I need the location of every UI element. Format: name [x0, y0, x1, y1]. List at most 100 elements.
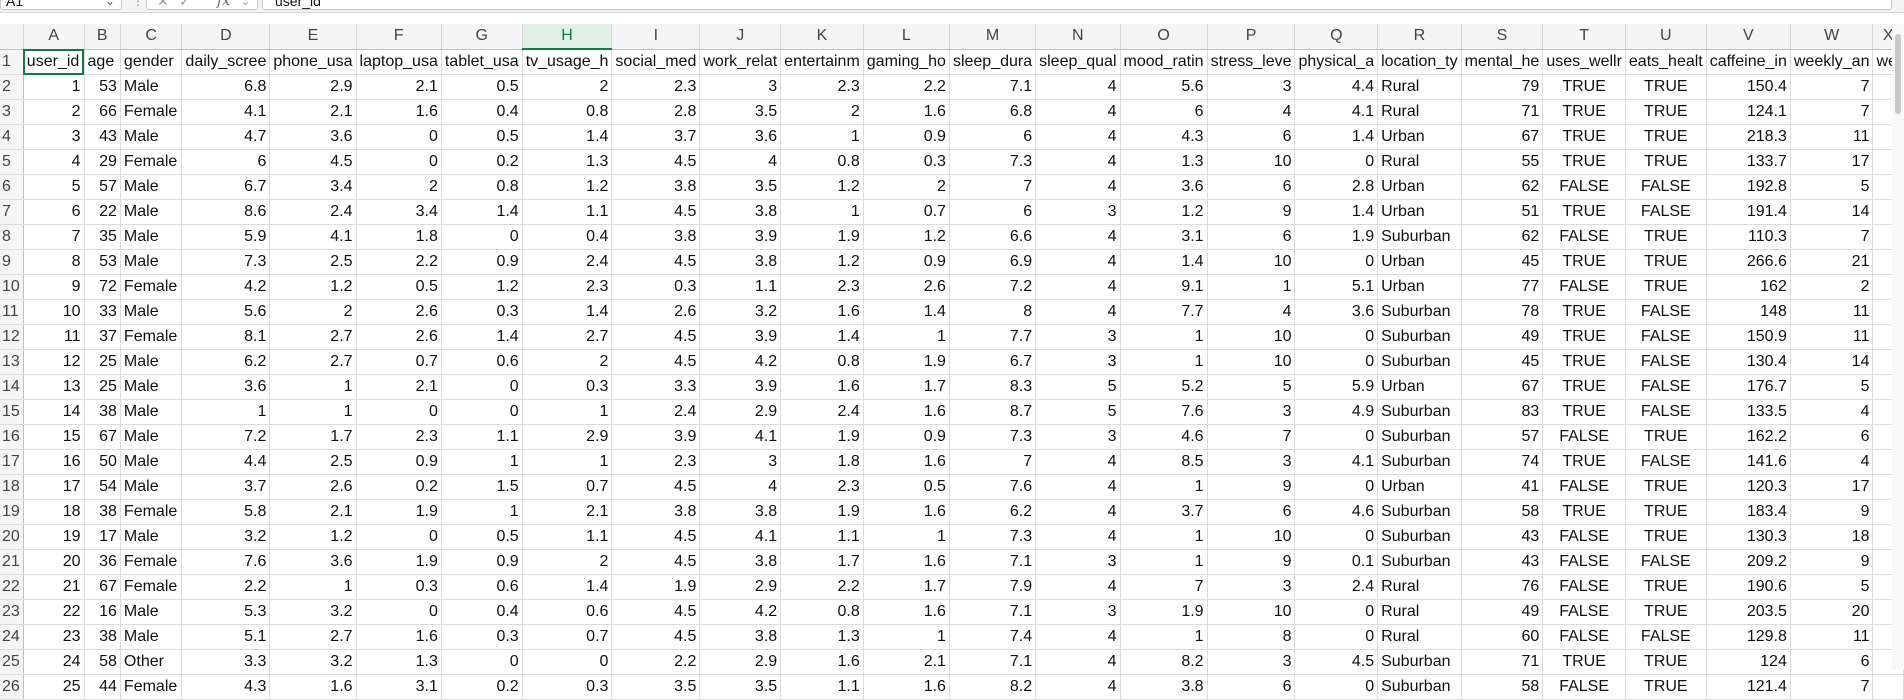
data-cell[interactable]: FALSE	[1542, 424, 1626, 450]
data-cell[interactable]: 1	[522, 449, 613, 475]
data-cell[interactable]: 1.7	[863, 374, 950, 400]
row-header[interactable]: 11	[0, 299, 24, 325]
data-cell[interactable]: 7.3	[181, 249, 271, 275]
data-cell[interactable]: 2.9	[269, 74, 357, 100]
column-header-l[interactable]: L	[863, 24, 950, 50]
data-cell[interactable]: 0.5	[441, 124, 523, 150]
data-cell[interactable]: 5	[1207, 374, 1296, 400]
data-cell[interactable]: 7.3	[949, 424, 1037, 450]
data-cell[interactable]: 1.6	[780, 649, 864, 675]
data-cell[interactable]: 3.5	[611, 674, 701, 700]
data-cell[interactable]: 1.6	[863, 599, 950, 625]
data-cell[interactable]: 67	[1461, 124, 1544, 150]
data-cell[interactable]: Female	[120, 549, 183, 575]
data-cell[interactable]: 22	[84, 199, 121, 225]
data-cell[interactable]: FALSE	[1542, 549, 1626, 575]
data-cell[interactable]: 4.3	[1120, 124, 1208, 150]
data-cell[interactable]: 3.8	[1120, 674, 1208, 700]
data-cell[interactable]: Female	[120, 99, 183, 125]
column-header-c[interactable]: C	[120, 24, 183, 50]
data-cell[interactable]: 3.9	[699, 374, 782, 400]
data-cell[interactable]: 0.4	[441, 99, 523, 125]
data-cell[interactable]: 3.8	[699, 549, 782, 575]
chevron-down-icon[interactable]: ⌄	[241, 0, 250, 8]
data-cell[interactable]: 5	[23, 174, 85, 200]
data-cell[interactable]: TRUE	[1542, 199, 1626, 225]
data-cell[interactable]: 1	[181, 399, 271, 425]
data-cell[interactable]: Female	[120, 499, 183, 525]
data-cell[interactable]: 2.6	[611, 299, 701, 325]
data-cell[interactable]: 6	[1207, 124, 1296, 150]
column-header-k[interactable]: K	[780, 24, 864, 50]
column-title-cell[interactable]: gender	[120, 49, 183, 75]
data-cell[interactable]: 0.7	[863, 199, 950, 225]
data-cell[interactable]: 2.3	[611, 74, 701, 100]
data-cell[interactable]: 62	[1461, 224, 1544, 250]
data-cell[interactable]: 8.7	[949, 399, 1037, 425]
column-title-cell[interactable]: sleep_qual	[1035, 49, 1121, 75]
data-cell[interactable]: 4	[1035, 274, 1121, 300]
data-cell[interactable]: 4	[1035, 249, 1121, 275]
row-header[interactable]: 10	[0, 274, 24, 300]
data-cell[interactable]: 3.8	[699, 199, 782, 225]
data-cell[interactable]: 11	[23, 324, 85, 350]
data-cell[interactable]: 2.1	[522, 499, 613, 525]
data-cell[interactable]: 3	[1207, 74, 1296, 100]
data-cell[interactable]: 2.5	[269, 249, 357, 275]
data-cell[interactable]: TRUE	[1625, 524, 1707, 550]
data-cell[interactable]: 57	[1461, 424, 1544, 450]
data-cell[interactable]: 4.1	[269, 224, 357, 250]
data-cell[interactable]: 110.3	[1706, 224, 1791, 250]
data-cell[interactable]: 4	[699, 149, 782, 175]
data-cell[interactable]: 4.9	[1294, 399, 1379, 425]
row-header[interactable]: 24	[0, 624, 24, 650]
data-cell[interactable]: 7	[1120, 574, 1208, 600]
data-cell[interactable]: 0	[356, 599, 442, 625]
data-cell[interactable]: 24	[23, 649, 85, 675]
data-cell[interactable]: 71	[1461, 99, 1544, 125]
data-cell[interactable]: 0.6	[522, 599, 613, 625]
data-cell[interactable]: 0.3	[356, 574, 442, 600]
data-cell[interactable]: 0	[1294, 424, 1379, 450]
data-cell[interactable]: 0.8	[522, 99, 613, 125]
data-cell[interactable]: 1	[1120, 524, 1208, 550]
data-cell[interactable]: 4.1	[1294, 449, 1379, 475]
data-cell[interactable]: 1	[269, 574, 357, 600]
data-cell[interactable]: 0.4	[441, 599, 523, 625]
data-cell[interactable]: 5.3	[181, 599, 271, 625]
data-cell[interactable]: 1.4	[522, 574, 613, 600]
row-header[interactable]: 25	[0, 649, 24, 675]
data-cell[interactable]: 1	[1207, 274, 1296, 300]
row-header[interactable]: 21	[0, 549, 24, 575]
data-cell[interactable]: 4.7	[181, 124, 271, 150]
data-cell[interactable]: 77	[1461, 274, 1544, 300]
data-cell[interactable]: 3.4	[356, 199, 442, 225]
data-cell[interactable]: 67	[1461, 374, 1544, 400]
data-cell[interactable]: 11	[1790, 299, 1874, 325]
data-cell[interactable]: 1.9	[863, 349, 950, 375]
data-cell[interactable]: 38	[84, 499, 121, 525]
data-cell[interactable]: 17	[23, 474, 85, 500]
data-cell[interactable]: 10	[1207, 524, 1296, 550]
column-title-cell[interactable]: entertainm	[780, 49, 864, 75]
data-cell[interactable]: 55	[1461, 149, 1544, 175]
data-cell[interactable]: 4	[1035, 624, 1121, 650]
data-cell[interactable]: 0.9	[441, 549, 523, 575]
data-cell[interactable]: 4	[1207, 299, 1296, 325]
data-cell[interactable]: TRUE	[1625, 674, 1707, 700]
data-cell[interactable]: 35	[84, 224, 121, 250]
data-cell[interactable]: 11	[1790, 624, 1874, 650]
data-cell[interactable]: 2.7	[522, 324, 613, 350]
data-cell[interactable]: 3.9	[699, 224, 782, 250]
data-cell[interactable]: 2.3	[780, 474, 864, 500]
data-cell[interactable]: FALSE	[1625, 349, 1707, 375]
data-cell[interactable]: 6.8	[181, 74, 271, 100]
data-cell[interactable]: 0	[1294, 149, 1379, 175]
data-cell[interactable]: 2.3	[780, 74, 864, 100]
data-cell[interactable]: 2.6	[269, 474, 357, 500]
data-cell[interactable]: 1.2	[522, 174, 613, 200]
column-header-a[interactable]: A	[23, 24, 85, 50]
data-cell[interactable]: 2.7	[269, 349, 357, 375]
data-cell[interactable]: 2.9	[699, 649, 782, 675]
data-cell[interactable]: Male	[120, 449, 183, 475]
